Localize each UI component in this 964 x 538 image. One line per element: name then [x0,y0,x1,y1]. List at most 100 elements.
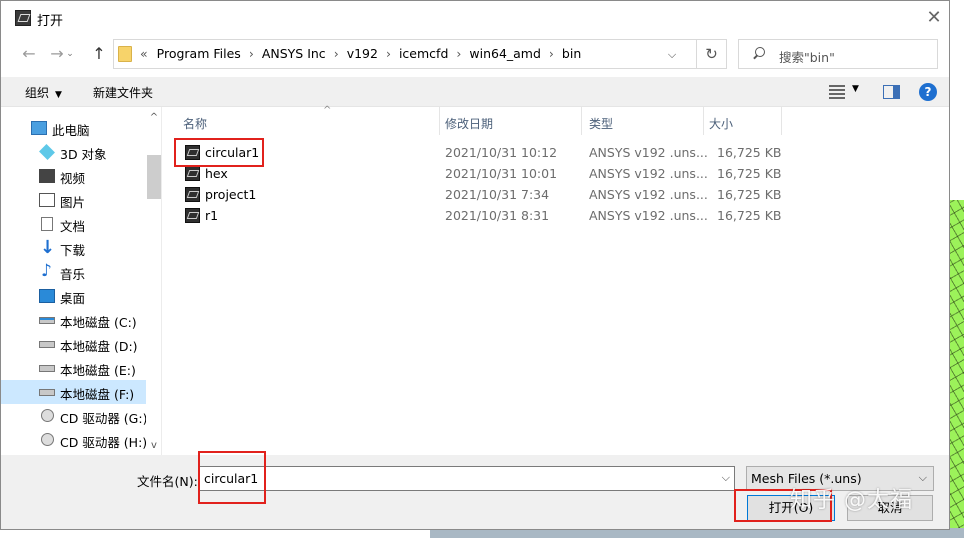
sidebar-item-pictures[interactable]: 图片 [1,188,147,212]
sidebar-item-desktop[interactable]: 桌面 [1,284,147,308]
chevron-right-icon[interactable]: › [456,46,461,61]
filename-value: circular1 [204,471,259,486]
sidebar-item-3d-objects[interactable]: 3D 对象 [1,140,147,164]
column-header-name[interactable]: 名称 ^ [183,105,331,135]
refresh-icon[interactable]: ↻ [696,40,726,68]
file-row[interactable]: project1 2021/10/31 7:34 ANSYS v192 .uns… [163,184,783,205]
file-date: 2021/10/31 10:01 [445,166,558,181]
mesh-file-icon [185,208,200,223]
chevron-right-icon[interactable]: › [549,46,554,61]
file-type: ANSYS v192 .uns... [589,166,708,181]
chevron-right-icon[interactable]: › [386,46,391,61]
back-arrow-icon[interactable]: ← [19,43,39,65]
column-divider[interactable] [781,107,782,135]
breadcrumb-item[interactable]: v192 [347,46,378,61]
sidebar-item-cd-g[interactable]: CD 驱动器 (G:) . [1,404,155,428]
breadcrumb: « Program Files › ANSYS Inc › v192 › icemcfd › wi… [140,46,581,61]
new-folder-button[interactable]: 新建文件夹 [93,84,153,101]
view-line [829,93,845,95]
file-date: 2021/10/31 8:31 [445,208,550,223]
filename-label: 文件名(N): [137,474,198,489]
app-icon [15,10,31,26]
cancel-button[interactable]: 取消 [847,495,933,521]
search-placeholder: 搜索"bin" [779,50,835,65]
breadcrumb-item[interactable]: icemcfd [399,46,448,61]
sidebar-scrollbar[interactable]: ^ v [146,107,161,455]
mesh-file-icon [185,145,200,160]
chevron-right-icon[interactable]: › [334,46,339,61]
title-bar: 打开 ✕ [1,1,949,35]
organize-label: 组织 [25,86,50,100]
file-size: 16,725 KB [717,145,782,160]
music-icon [39,261,55,281]
close-button[interactable]: ✕ [919,5,949,31]
chevron-down-icon[interactable]: ⌵ [919,471,927,485]
sidebar-item-cd-h[interactable]: CD 驱动器 (H:) . [1,428,155,452]
sidebar-item-label: 此电脑 [52,123,90,138]
file-row[interactable]: circular1 2021/10/31 10:12 ANSYS v192 .u… [163,142,783,163]
file-type: ANSYS v192 .uns... [589,187,708,202]
sidebar-item-drive-c[interactable]: 本地磁盘 (C:) [1,308,147,332]
download-icon [39,237,55,258]
address-dropdown-icon[interactable]: ⌵ [662,46,682,64]
file-type-value: Mesh Files (*.uns) [751,471,862,486]
column-header-date[interactable]: 修改日期 [445,107,493,135]
sidebar-item-documents[interactable]: 文档 [1,212,147,236]
chevron-down-icon[interactable]: ⌵ [722,471,730,485]
sidebar-item-drive-f[interactable]: 本地磁盘 (F:) [1,380,147,404]
open-file-dialog: 打开 ✕ ← → ⌄ ↑ «Program Files › ANSYS Inc › v1… [0,0,950,530]
breadcrumb-item[interactable]: bin [562,46,581,61]
organize-button[interactable]: 组织 ▼ [25,84,62,101]
sidebar-item-label: CD 驱动器 (H:) . [60,435,156,450]
address-bar[interactable]: « Program Files › ANSYS Inc › v192 › icemcfd › wi… [113,39,727,69]
open-button[interactable]: 打开(O) [747,495,835,521]
file-name: circular1 [205,145,260,160]
scroll-up-icon[interactable]: ^ [146,111,161,125]
file-row[interactable]: hex 2021/10/31 10:01 ANSYS v192 .uns... … [163,163,783,184]
pictures-icon [39,193,55,207]
cd-drive-icon [41,433,54,446]
up-arrow-icon[interactable]: ↑ [89,43,109,65]
column-header-size[interactable]: 大小 [709,107,733,135]
sidebar-item-label: 视频 [60,171,86,186]
sidebar-item-label: CD 驱动器 (G:) . [60,411,156,426]
sidebar-item-label: 本地磁盘 (C:) [60,315,137,330]
sidebar-item-music[interactable]: 音乐 [1,260,147,284]
sidebar-item-downloads[interactable]: 下载 [1,236,147,260]
preview-pane-icon[interactable] [883,85,900,99]
breadcrumb-item[interactable]: Program Files [157,46,241,61]
breadcrumb-overflow-icon[interactable]: « [140,46,148,61]
scrollbar-thumb[interactable] [147,155,161,199]
search-input[interactable]: 搜索"bin" [738,39,938,69]
column-divider[interactable] [581,107,582,135]
view-options-icon[interactable] [829,85,845,99]
sidebar-item-video[interactable]: 视频 [1,164,147,188]
column-header-type[interactable]: 类型 [589,107,613,135]
file-type-select[interactable]: Mesh Files (*.uns) ⌵ [746,466,934,491]
breadcrumb-item[interactable]: ANSYS Inc [262,46,326,61]
filename-input[interactable]: circular1 ⌵ [199,466,735,491]
desktop-icon [39,289,55,303]
column-divider[interactable] [703,107,704,135]
file-row[interactable]: r1 2021/10/31 8:31 ANSYS v192 .uns... 16… [163,205,783,226]
view-line [829,89,845,91]
sidebar-item-label: 本地磁盘 (D:) [60,339,138,354]
recent-locations-caret-icon[interactable]: ⌄ [63,43,77,65]
sidebar-item-label: 音乐 [60,267,86,282]
file-size: 16,725 KB [717,166,782,181]
scroll-down-icon[interactable]: v [146,439,161,453]
sidebar-item-drive-e[interactable]: 本地磁盘 (E:) [1,356,147,380]
system-drive-icon [39,317,55,324]
breadcrumb-item[interactable]: win64_amd [469,46,541,61]
file-name: r1 [205,208,219,223]
sidebar-item-drive-d[interactable]: 本地磁盘 (D:) [1,332,147,356]
chevron-right-icon[interactable]: › [249,46,254,61]
sidebar-item-this-pc[interactable]: 此电脑 [1,116,147,140]
caret-down-icon[interactable]: ▼ [852,84,859,94]
file-list: 名称 ^ 修改日期 类型 大小 circular1 2021/10/31 10:1… [163,105,949,455]
column-divider[interactable] [439,107,440,135]
view-line [829,85,845,87]
file-name: project1 [205,187,257,202]
file-size: 16,725 KB [717,208,782,223]
help-icon[interactable]: ? [919,83,937,101]
